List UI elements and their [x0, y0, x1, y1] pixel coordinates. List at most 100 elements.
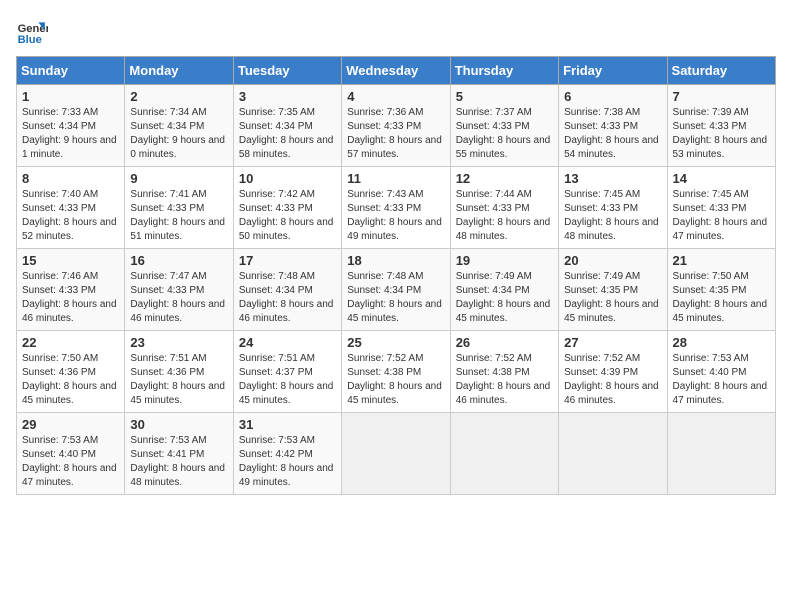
day-info: Sunrise: 7:53 AM Sunset: 4:40 PM Dayligh… [673, 352, 770, 408]
daylight-info: Daylight: 8 hours and 57 minutes. [347, 134, 444, 162]
sunset-info: Sunset: 4:33 PM [130, 202, 227, 216]
daylight-info: Daylight: 8 hours and 49 minutes. [347, 216, 444, 244]
calendar-cell: 20 Sunrise: 7:49 AM Sunset: 4:35 PM Dayl… [559, 249, 667, 331]
day-number: 1 [22, 89, 119, 104]
day-info: Sunrise: 7:53 AM Sunset: 4:41 PM Dayligh… [130, 434, 227, 490]
sunset-info: Sunset: 4:35 PM [564, 284, 661, 298]
weekday-header: Thursday [450, 57, 558, 85]
day-number: 19 [456, 253, 553, 268]
day-number: 15 [22, 253, 119, 268]
day-number: 24 [239, 335, 336, 350]
daylight-info: Daylight: 8 hours and 45 minutes. [22, 380, 119, 408]
day-number: 25 [347, 335, 444, 350]
daylight-info: Daylight: 8 hours and 47 minutes. [673, 216, 770, 244]
sunrise-info: Sunrise: 7:53 AM [22, 434, 119, 448]
day-number: 20 [564, 253, 661, 268]
day-number: 2 [130, 89, 227, 104]
calendar-cell: 31 Sunrise: 7:53 AM Sunset: 4:42 PM Dayl… [233, 413, 341, 495]
calendar-cell: 19 Sunrise: 7:49 AM Sunset: 4:34 PM Dayl… [450, 249, 558, 331]
calendar-cell: 10 Sunrise: 7:42 AM Sunset: 4:33 PM Dayl… [233, 167, 341, 249]
calendar-cell: 1 Sunrise: 7:33 AM Sunset: 4:34 PM Dayli… [17, 85, 125, 167]
sunset-info: Sunset: 4:34 PM [347, 284, 444, 298]
svg-text:Blue: Blue [18, 34, 42, 46]
day-info: Sunrise: 7:53 AM Sunset: 4:40 PM Dayligh… [22, 434, 119, 490]
sunset-info: Sunset: 4:33 PM [456, 120, 553, 134]
calendar-cell: 16 Sunrise: 7:47 AM Sunset: 4:33 PM Dayl… [125, 249, 233, 331]
day-info: Sunrise: 7:36 AM Sunset: 4:33 PM Dayligh… [347, 106, 444, 162]
day-info: Sunrise: 7:37 AM Sunset: 4:33 PM Dayligh… [456, 106, 553, 162]
day-info: Sunrise: 7:47 AM Sunset: 4:33 PM Dayligh… [130, 270, 227, 326]
daylight-info: Daylight: 8 hours and 55 minutes. [456, 134, 553, 162]
sunset-info: Sunset: 4:33 PM [347, 202, 444, 216]
daylight-info: Daylight: 8 hours and 48 minutes. [564, 216, 661, 244]
sunset-info: Sunset: 4:36 PM [22, 366, 119, 380]
calendar-cell [559, 413, 667, 495]
daylight-info: Daylight: 8 hours and 45 minutes. [347, 380, 444, 408]
sunset-info: Sunset: 4:33 PM [673, 120, 770, 134]
day-info: Sunrise: 7:48 AM Sunset: 4:34 PM Dayligh… [347, 270, 444, 326]
day-number: 26 [456, 335, 553, 350]
day-info: Sunrise: 7:49 AM Sunset: 4:35 PM Dayligh… [564, 270, 661, 326]
sunrise-info: Sunrise: 7:45 AM [673, 188, 770, 202]
sunrise-info: Sunrise: 7:38 AM [564, 106, 661, 120]
calendar-cell: 5 Sunrise: 7:37 AM Sunset: 4:33 PM Dayli… [450, 85, 558, 167]
sunset-info: Sunset: 4:34 PM [130, 120, 227, 134]
sunset-info: Sunset: 4:33 PM [673, 202, 770, 216]
daylight-info: Daylight: 8 hours and 45 minutes. [673, 298, 770, 326]
sunset-info: Sunset: 4:33 PM [130, 284, 227, 298]
calendar-cell: 23 Sunrise: 7:51 AM Sunset: 4:36 PM Dayl… [125, 331, 233, 413]
calendar-cell: 27 Sunrise: 7:52 AM Sunset: 4:39 PM Dayl… [559, 331, 667, 413]
day-info: Sunrise: 7:51 AM Sunset: 4:37 PM Dayligh… [239, 352, 336, 408]
sunrise-info: Sunrise: 7:50 AM [673, 270, 770, 284]
sunrise-info: Sunrise: 7:47 AM [130, 270, 227, 284]
day-info: Sunrise: 7:39 AM Sunset: 4:33 PM Dayligh… [673, 106, 770, 162]
day-number: 14 [673, 171, 770, 186]
sunset-info: Sunset: 4:33 PM [22, 284, 119, 298]
sunrise-info: Sunrise: 7:52 AM [456, 352, 553, 366]
calendar-cell: 4 Sunrise: 7:36 AM Sunset: 4:33 PM Dayli… [342, 85, 450, 167]
day-number: 27 [564, 335, 661, 350]
weekday-header: Friday [559, 57, 667, 85]
day-number: 6 [564, 89, 661, 104]
daylight-info: Daylight: 8 hours and 45 minutes. [130, 380, 227, 408]
header: General Blue [16, 16, 776, 48]
day-info: Sunrise: 7:34 AM Sunset: 4:34 PM Dayligh… [130, 106, 227, 162]
day-info: Sunrise: 7:53 AM Sunset: 4:42 PM Dayligh… [239, 434, 336, 490]
sunrise-info: Sunrise: 7:50 AM [22, 352, 119, 366]
day-info: Sunrise: 7:50 AM Sunset: 4:36 PM Dayligh… [22, 352, 119, 408]
sunrise-info: Sunrise: 7:40 AM [22, 188, 119, 202]
day-number: 3 [239, 89, 336, 104]
sunset-info: Sunset: 4:38 PM [456, 366, 553, 380]
calendar-cell: 24 Sunrise: 7:51 AM Sunset: 4:37 PM Dayl… [233, 331, 341, 413]
calendar-cell: 6 Sunrise: 7:38 AM Sunset: 4:33 PM Dayli… [559, 85, 667, 167]
day-info: Sunrise: 7:52 AM Sunset: 4:38 PM Dayligh… [347, 352, 444, 408]
sunset-info: Sunset: 4:34 PM [239, 120, 336, 134]
day-number: 30 [130, 417, 227, 432]
day-number: 22 [22, 335, 119, 350]
daylight-info: Daylight: 9 hours and 1 minute. [22, 134, 119, 162]
daylight-info: Daylight: 8 hours and 51 minutes. [130, 216, 227, 244]
calendar-cell: 3 Sunrise: 7:35 AM Sunset: 4:34 PM Dayli… [233, 85, 341, 167]
sunrise-info: Sunrise: 7:37 AM [456, 106, 553, 120]
daylight-info: Daylight: 8 hours and 52 minutes. [22, 216, 119, 244]
sunrise-info: Sunrise: 7:48 AM [347, 270, 444, 284]
sunset-info: Sunset: 4:33 PM [564, 202, 661, 216]
daylight-info: Daylight: 8 hours and 47 minutes. [22, 462, 119, 490]
day-number: 16 [130, 253, 227, 268]
sunrise-info: Sunrise: 7:49 AM [564, 270, 661, 284]
calendar-cell: 25 Sunrise: 7:52 AM Sunset: 4:38 PM Dayl… [342, 331, 450, 413]
sunrise-info: Sunrise: 7:53 AM [239, 434, 336, 448]
day-info: Sunrise: 7:45 AM Sunset: 4:33 PM Dayligh… [673, 188, 770, 244]
daylight-info: Daylight: 8 hours and 46 minutes. [456, 380, 553, 408]
calendar-cell: 15 Sunrise: 7:46 AM Sunset: 4:33 PM Dayl… [17, 249, 125, 331]
day-number: 4 [347, 89, 444, 104]
day-number: 9 [130, 171, 227, 186]
calendar-cell: 7 Sunrise: 7:39 AM Sunset: 4:33 PM Dayli… [667, 85, 775, 167]
day-info: Sunrise: 7:49 AM Sunset: 4:34 PM Dayligh… [456, 270, 553, 326]
day-info: Sunrise: 7:48 AM Sunset: 4:34 PM Dayligh… [239, 270, 336, 326]
calendar-cell: 30 Sunrise: 7:53 AM Sunset: 4:41 PM Dayl… [125, 413, 233, 495]
day-number: 5 [456, 89, 553, 104]
sunrise-info: Sunrise: 7:48 AM [239, 270, 336, 284]
calendar-cell: 26 Sunrise: 7:52 AM Sunset: 4:38 PM Dayl… [450, 331, 558, 413]
calendar-table: SundayMondayTuesdayWednesdayThursdayFrid… [16, 56, 776, 495]
